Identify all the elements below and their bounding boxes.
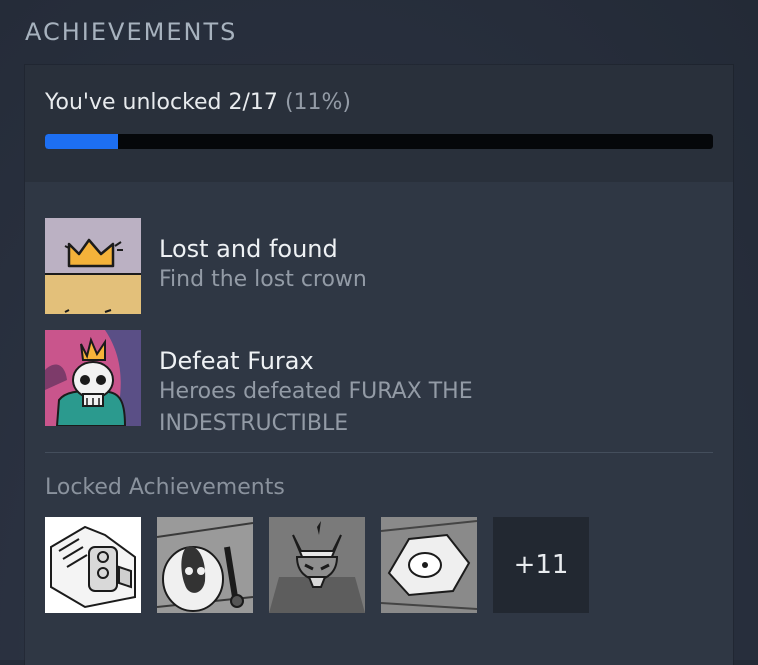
demon-achievement-icon[interactable] [269, 517, 365, 613]
crown-achievement-icon [45, 218, 141, 314]
ghost-achievement-icon[interactable] [157, 517, 253, 613]
achievement-title: Lost and found [159, 235, 338, 263]
progress-count: You've unlocked 2/17 [45, 90, 278, 115]
gauntlet-achievement-icon[interactable] [45, 517, 141, 613]
progress-text: You've unlocked 2/17 (11%) [45, 90, 351, 115]
section-title: ACHIEVEMENTS [25, 18, 238, 46]
achievement-title: Defeat Furax [159, 347, 314, 375]
unlocked-achievements-list: Lost and found Find the lost crown Defea… [45, 218, 713, 442]
skull-achievement-icon [45, 330, 141, 426]
eye-rock-achievement-icon[interactable] [381, 517, 477, 613]
progress-percent: (11%) [284, 90, 352, 115]
progress-bar-fill [45, 134, 119, 149]
achievement-item[interactable]: Defeat Furax Heroes defeated FURAX THE I… [45, 330, 713, 436]
more-locked-button[interactable]: +11 [493, 517, 589, 613]
progress-bar [45, 134, 713, 149]
locked-achievements-label: Locked Achievements [45, 475, 285, 500]
achievement-item[interactable]: Lost and found Find the lost crown [45, 218, 713, 314]
achievements-panel: You've unlocked 2/17 (11%) Lost and foun… [25, 65, 733, 665]
achievement-description: Find the lost crown [159, 267, 367, 292]
achievement-description: Heroes defeated FURAX THE INDESTRUCTIBLE [159, 379, 473, 436]
progress-header: You've unlocked 2/17 (11%) [25, 65, 733, 182]
divider [45, 452, 713, 453]
